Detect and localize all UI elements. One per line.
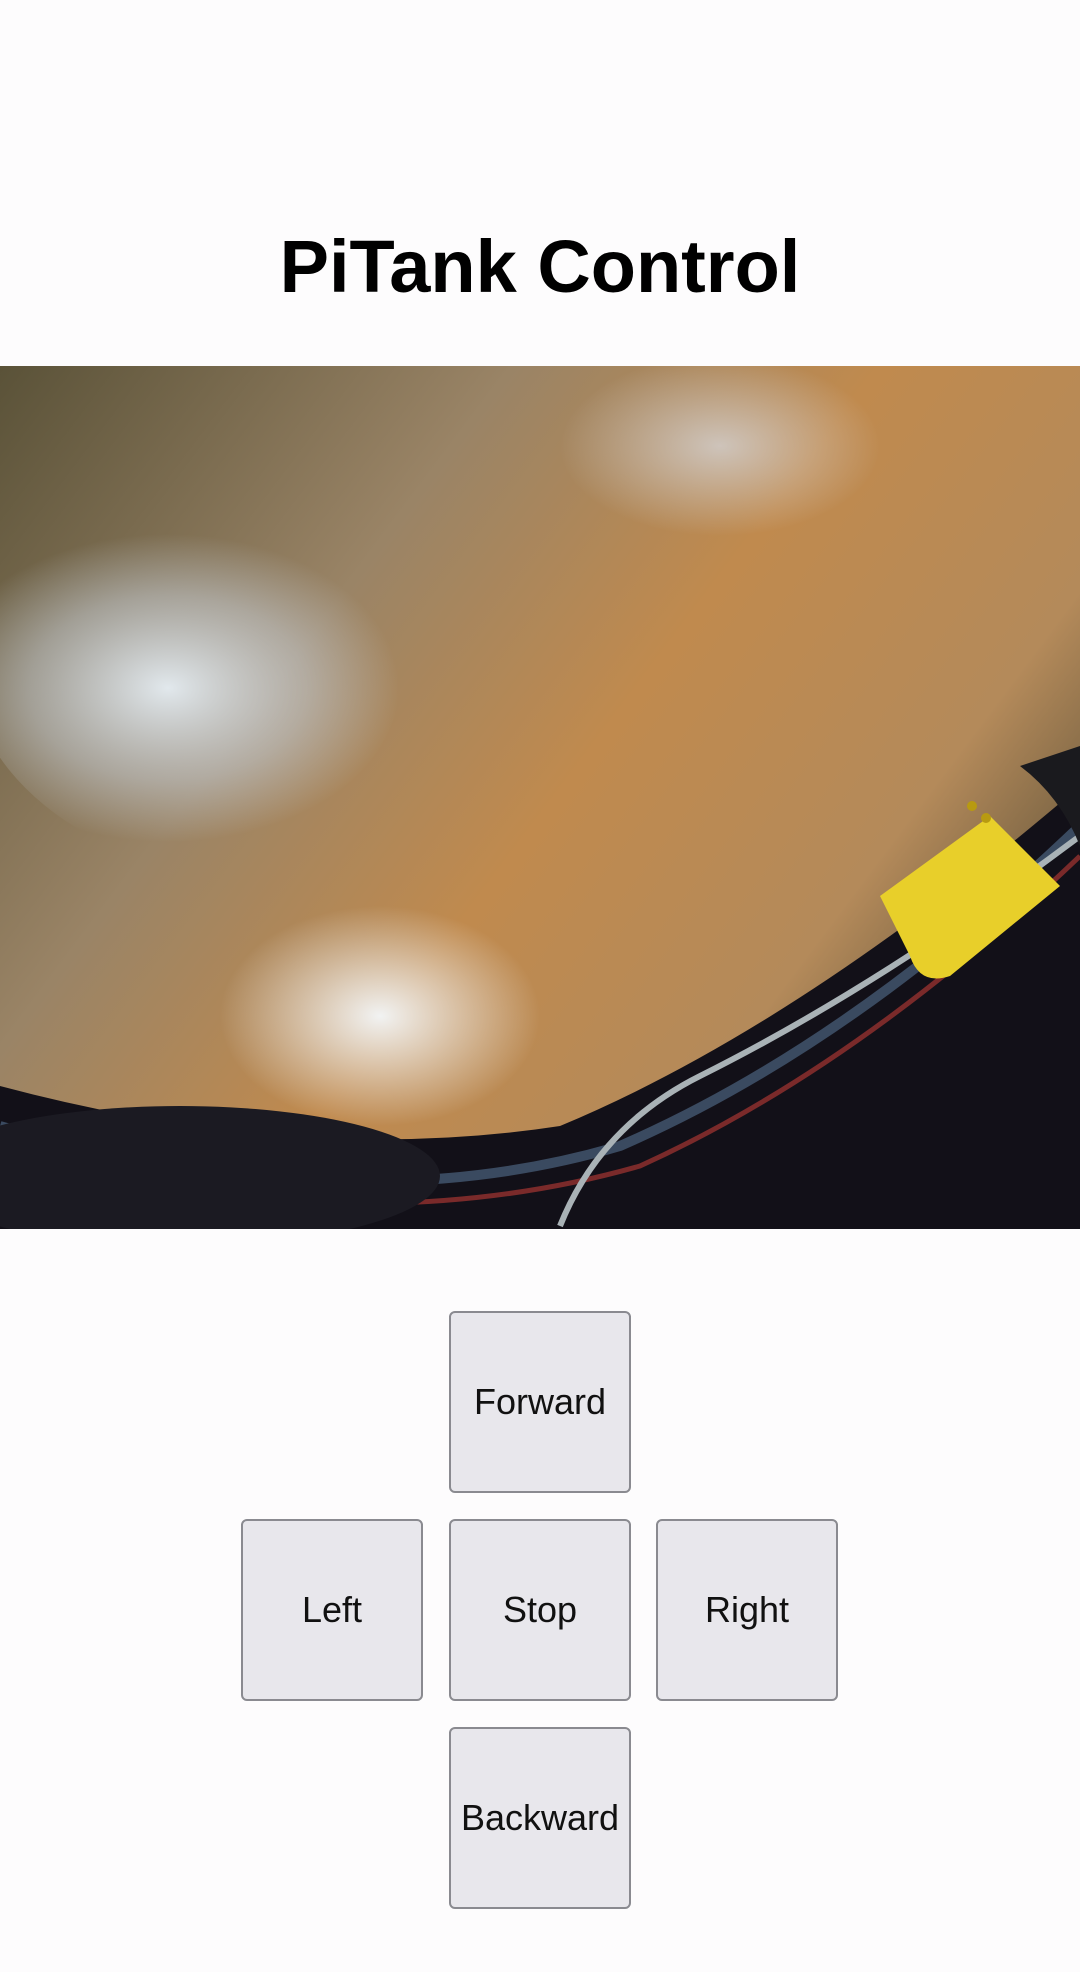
left-button[interactable]: Left (241, 1519, 423, 1701)
camera-stream (0, 366, 1080, 1229)
page: PiTank Control Forward Left Stop Right B… (0, 0, 1080, 1972)
camera-image (0, 366, 1080, 1229)
forward-button[interactable]: Forward (449, 1311, 631, 1493)
stop-button[interactable]: Stop (449, 1519, 631, 1701)
backward-button[interactable]: Backward (449, 1727, 631, 1909)
page-title: PiTank Control (279, 225, 801, 308)
right-button[interactable]: Right (656, 1519, 838, 1701)
